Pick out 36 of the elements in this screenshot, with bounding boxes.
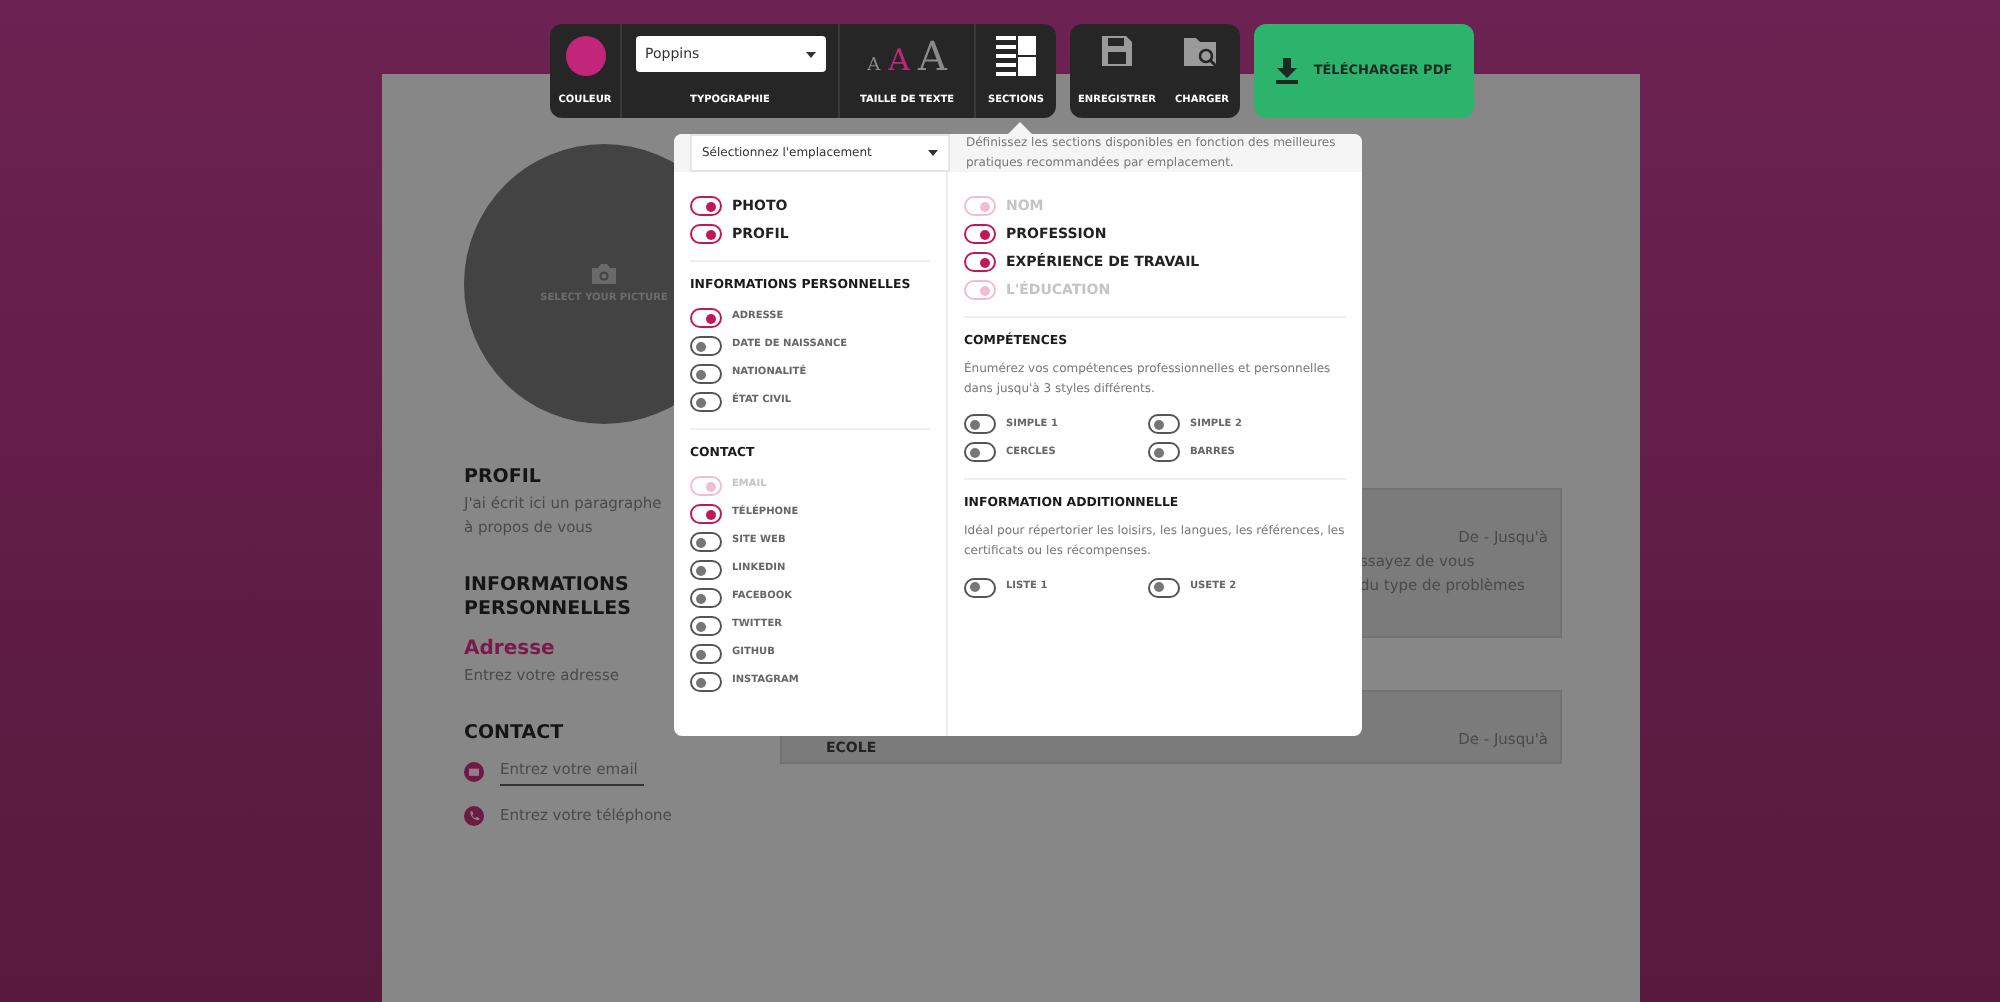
- toggle-switch[interactable]: [690, 616, 722, 637]
- toggle-switch[interactable]: [1148, 442, 1180, 463]
- toggle-switch[interactable]: [964, 442, 996, 463]
- toggle-switch[interactable]: [964, 414, 996, 435]
- toggle-switch[interactable]: [690, 196, 722, 216]
- toggle-switch[interactable]: [1148, 577, 1180, 597]
- toggle-switch[interactable]: [690, 308, 722, 329]
- toggle-switch[interactable]: [690, 504, 722, 525]
- folder-search-icon: [1184, 36, 1220, 68]
- toggle-switch[interactable]: [690, 364, 722, 385]
- camera-icon: [590, 261, 618, 284]
- size-option[interactable]: A: [867, 58, 881, 76]
- caret-icon: [805, 51, 815, 57]
- toggle-switch[interactable]: [1148, 414, 1180, 435]
- caret-icon: [928, 150, 938, 156]
- toggle-switch[interactable]: [690, 560, 722, 581]
- download-icon: [1275, 58, 1298, 84]
- color-swatch[interactable]: [565, 36, 605, 76]
- mail-icon: [464, 761, 484, 782]
- toggle-switch[interactable]: [690, 532, 722, 553]
- toggle-switch[interactable]: [690, 392, 722, 413]
- field-label: Adresse: [464, 636, 555, 665]
- toggle-switch[interactable]: [690, 224, 722, 244]
- section-heading: PROFIL: [464, 466, 541, 489]
- toggle-switch[interactable]: [690, 644, 722, 665]
- sections-icon: [996, 36, 1036, 76]
- toggle-switch[interactable]: [964, 252, 996, 272]
- section-heading: INFORMATIONS PERSONNELLES: [464, 574, 634, 621]
- section-heading: CONTACT: [464, 722, 564, 746]
- toggle-switch[interactable]: [964, 224, 996, 244]
- phone-icon: [464, 805, 484, 826]
- size-option[interactable]: A: [917, 36, 947, 76]
- toggle-switch[interactable]: [690, 588, 722, 609]
- toggle-switch[interactable]: [690, 672, 722, 693]
- toggle-switch[interactable]: [964, 577, 996, 597]
- toggle-switch[interactable]: [690, 336, 722, 357]
